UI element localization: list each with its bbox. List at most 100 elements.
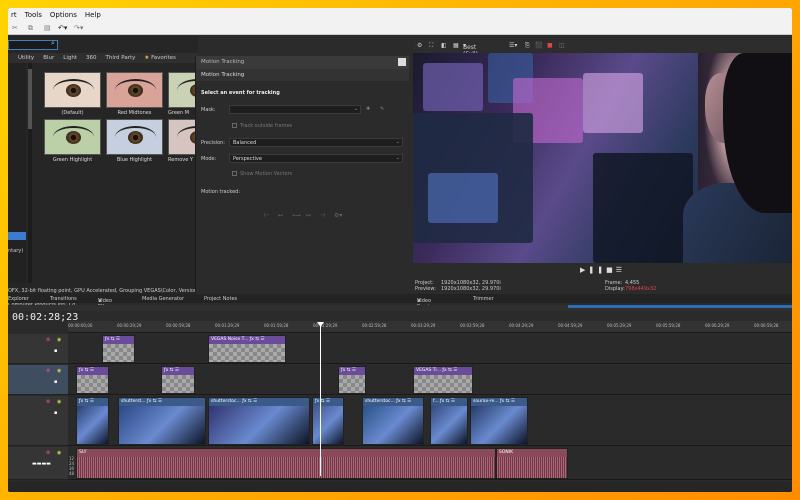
tab-trimmer[interactable]: Trimmer (473, 296, 494, 302)
fx-tab-360[interactable]: 360 (86, 55, 97, 61)
tab-explorer[interactable]: Explorer (8, 296, 29, 302)
preview-quality-select[interactable]: Best (Full) ▾ (463, 42, 478, 58)
grid-icon[interactable]: ▦ (453, 42, 459, 49)
video-clip[interactable]: shutterst... ƒx ⇆ ☰ (118, 397, 206, 445)
video-clip[interactable]: sourav-re... ƒx ⇆ ☰ (470, 397, 528, 445)
more-icon[interactable]: ◫ (559, 42, 565, 49)
video-fx-icon[interactable]: ⛶ (429, 42, 433, 50)
menu-item-options[interactable]: Options (50, 11, 77, 19)
track-fx-icon[interactable]: ▪ (54, 348, 57, 354)
fx-tab-light[interactable]: Light (63, 55, 77, 61)
video-preview[interactable] (413, 53, 792, 263)
video-clip[interactable]: f... ƒx ⇆ ☰ (430, 397, 468, 445)
menu-icon[interactable]: ☰ (616, 266, 625, 274)
track-fx-icon[interactable]: ▪ (54, 410, 57, 416)
volume-slider[interactable]: ▬▬▬▬ (32, 461, 51, 467)
solo-icon[interactable]: ◉ (57, 368, 61, 374)
track-settings-icon[interactable]: ⚙▾ (334, 212, 342, 219)
video-clip[interactable]: shutterstoc... ƒx ⇆ ☰ (362, 397, 424, 445)
tab-media-generator[interactable]: Media Generator (142, 296, 184, 302)
mute-icon[interactable]: ⊗ (46, 337, 50, 343)
undo-icon[interactable]: ↶▾ (58, 24, 67, 32)
edit-mask-icon[interactable]: ✎ (380, 106, 384, 112)
precision-select[interactable]: Balanced ⌄ (229, 138, 403, 147)
redo-icon[interactable]: ↷▾ (74, 24, 83, 32)
text-clip[interactable]: VEGAS Ti... ƒx ⇆ ☰ (413, 366, 473, 394)
fx-preset-blue-highlight[interactable]: Blue Highlight (106, 119, 163, 163)
fx-preset-green-highlight[interactable]: Green Highlight (44, 119, 101, 163)
track-outside-checkbox[interactable]: Track outside frames (232, 123, 292, 129)
track-header-3[interactable]: ⊗ ◉ ▪ (8, 396, 68, 446)
text-clip[interactable]: ƒx ⇆ ☰ (161, 366, 195, 394)
search-icon[interactable]: ⌕ (51, 39, 55, 48)
fx-tab-third-party[interactable]: Third Party (105, 55, 135, 61)
split-screen-icon[interactable]: ◧ (441, 42, 447, 49)
mute-icon[interactable]: ⊗ (46, 450, 50, 456)
close-icon[interactable]: ✕ (417, 298, 421, 304)
track-area-1[interactable]: ƒx ⇆ ☰ VEGAS Noise T... ƒx ⇆ ☰ (68, 334, 792, 364)
close-icon[interactable]: ✕ (98, 298, 102, 304)
fx-tab-utility[interactable]: Utility (18, 55, 34, 61)
track-header-audio[interactable]: ⊗ ◉ ▬▬▬▬ (8, 447, 68, 480)
menu-item-effects[interactable]: rt (11, 11, 17, 19)
fx-preset-remove-y[interactable]: Remove Y (168, 119, 198, 163)
track-area-2[interactable]: ƒx ⇆ ☰ ƒx ⇆ ☰ ƒx ⇆ ☰ VEGAS Ti... ƒx ⇆ ☰ (68, 365, 792, 395)
stop-icon[interactable]: ■ (606, 266, 616, 274)
solo-icon[interactable]: ◉ (57, 337, 61, 343)
video-clip[interactable]: shutterstoc... ƒx ⇆ ☰ (208, 397, 310, 445)
track-fx-icon[interactable]: ▪ (54, 379, 57, 385)
gear-icon[interactable]: ⚙ (417, 42, 422, 49)
text-clip[interactable]: ƒx ⇆ ☰ (338, 366, 366, 394)
track-area-audio[interactable]: SLY SONIK (68, 447, 792, 480)
video-clip[interactable]: ƒx ⇆ ☰ (312, 397, 344, 445)
solo-icon[interactable]: ◉ (57, 450, 61, 456)
fx-tree-item-label[interactable]: ntary) (8, 248, 23, 254)
track-last-icon[interactable]: ⊣ (320, 212, 325, 219)
menu-item-help[interactable]: Help (85, 11, 101, 19)
copy-icon[interactable]: ⧉ (28, 24, 33, 33)
tab-project-notes[interactable]: Project Notes (204, 296, 237, 302)
overlays-icon[interactable]: ☰▾ (509, 42, 517, 49)
fx-tree-scrollbar[interactable] (28, 63, 32, 283)
fx-preset-default[interactable]: (Default) (44, 72, 101, 116)
timeline-ruler[interactable]: 00:00:00;00 00:00:29;29 00:00:59;28 00:01:2… (68, 321, 792, 333)
track-both-icon[interactable]: ⟷ (292, 212, 301, 219)
audio-area-clip[interactable]: SONIK (496, 448, 568, 479)
playhead-cursor[interactable] (320, 326, 321, 476)
copy-snapshot-icon[interactable]: ⎘ (525, 42, 530, 50)
text-clip[interactable]: VEGAS Noise T... ƒx ⇆ ☰ (208, 335, 286, 363)
fx-preset-red-midtones[interactable]: Red Midtones (106, 72, 163, 116)
add-mask-icon[interactable]: ✚ (366, 106, 370, 112)
video-clip[interactable]: ƒx ⇆ ☰ (76, 397, 109, 445)
show-motion-checkbox[interactable]: Show Motion Vectors (232, 171, 292, 177)
paste-icon[interactable]: ▤ (44, 24, 51, 32)
track-forward-icon[interactable]: ↦ (306, 212, 311, 219)
cut-icon[interactable]: ✂ (12, 24, 18, 32)
record-icon[interactable]: ■ (547, 42, 553, 49)
menu-item-tools[interactable]: Tools (25, 11, 42, 19)
fx-tab-blur[interactable]: Blur (43, 55, 54, 61)
tab-transitions[interactable]: Transitions (50, 296, 77, 302)
fx-tab-favorites[interactable]: ★ Favorites (144, 55, 176, 61)
text-clip[interactable]: ƒx ⇆ ☰ (76, 366, 109, 394)
pause-icon[interactable]: ❚❚ (588, 266, 606, 274)
solo-icon[interactable]: ◉ (57, 399, 61, 405)
mode-select[interactable]: Perspective ⌄ (229, 154, 403, 163)
track-area-3[interactable]: ƒx ⇆ ☰ shutterst... ƒx ⇆ ☰ shutterstoc... … (68, 396, 792, 446)
save-snapshot-icon[interactable]: ⬛ (535, 42, 542, 49)
mask-select[interactable]: ⌄ (229, 105, 361, 114)
track-first-icon[interactable]: ⊢ (264, 212, 269, 219)
track-header-1[interactable]: ⊗ ◉ ▪ (8, 334, 68, 364)
mute-icon[interactable]: ⊗ (46, 399, 50, 405)
text-clip[interactable]: ƒx ⇆ ☰ (102, 335, 135, 363)
mute-icon[interactable]: ⊗ (46, 368, 50, 374)
close-icon[interactable] (398, 58, 406, 66)
display-value: 798x449x32 (625, 286, 657, 292)
fx-tree-selected-item[interactable] (8, 232, 26, 240)
fx-preset-green-m[interactable]: Green M (168, 72, 198, 116)
audio-area-clip[interactable]: SLY (76, 448, 496, 479)
track-header-2[interactable]: ⊗ ◉ ▪ (8, 365, 68, 395)
timeline-scrollbar[interactable] (8, 482, 792, 492)
track-back-icon[interactable]: ↤ (278, 212, 283, 219)
scroll-thumb[interactable] (28, 69, 32, 129)
